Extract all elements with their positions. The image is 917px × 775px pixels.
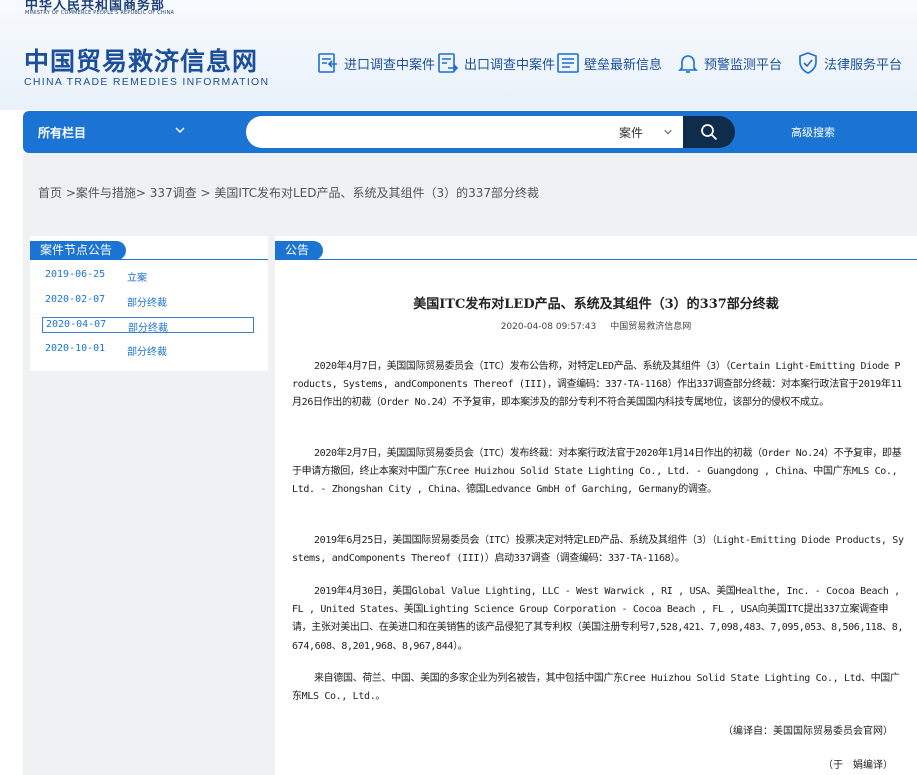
import-case-icon [318, 53, 337, 73]
search-type-label: 案件 [619, 125, 644, 140]
case-node-item[interactable]: 2020-10-01 部分终裁 [42, 342, 254, 358]
article-meta: 2020-04-08 09:57:43 中国贸易救济信息网 [275, 319, 917, 332]
article-tag: 公告 [275, 241, 324, 260]
column-select[interactable]: 所有栏目 [38, 111, 188, 153]
site-header: 中华人民共和国商务部 MINISTRY OF COMMERCE PEOPLE'S… [0, 0, 917, 110]
case-node-item[interactable]: 2020-02-07 部分终裁 [42, 293, 254, 309]
divider [275, 259, 917, 260]
case-node-label: 部分终裁 [128, 323, 168, 334]
breadcrumb-current: 美国ITC发布对LED产品、系统及其组件（3）的337部分终裁 [214, 186, 540, 200]
article-editor: （于 娟编译） [823, 760, 893, 771]
barrier-info-icon [557, 53, 579, 73]
article-compiled-from: （编译自：美国国际贸易委员会官网） [723, 726, 893, 737]
article-date: 2020-04-08 09:57:43 [500, 322, 597, 332]
nav-label: 法律服务平台 [824, 57, 903, 73]
nav-label: 出口调查中案件 [464, 57, 556, 73]
breadcrumb: 首页 >案件与措施> 337调查 > 美国ITC发布对LED产品、系统及其组件（… [38, 184, 539, 201]
article-paragraph: 2020年4月7日，美国国际贸易委员会（ITC）发布公告称，对特定LED产品、系… [292, 361, 902, 409]
case-node-date: 2020-04-07 [46, 319, 107, 330]
search-icon [701, 124, 718, 141]
site-logo[interactable]: 中国贸易救济信息网 [24, 42, 258, 78]
divider [30, 259, 268, 260]
search-type-select[interactable]: 案件 [605, 116, 685, 148]
case-node-panel-title: 案件节点公告 [30, 241, 127, 260]
chevron-down-icon [175, 127, 185, 134]
breadcrumb-separator: > [200, 186, 211, 200]
nav-export-cases[interactable]: 出口调查中案件 [436, 48, 555, 78]
bell-icon [678, 55, 698, 73]
case-node-date: 2019-06-25 [45, 269, 106, 280]
nav-label: 进口调查中案件 [344, 57, 436, 73]
site-logo-en: CHINA TRADE REMEDIES INFORMATION [24, 76, 270, 88]
case-node-item-selected[interactable]: 2020-04-07 部分终裁 [42, 317, 254, 334]
nav-barrier-info[interactable]: 壁垒最新信息 [556, 48, 662, 78]
shield-check-icon [799, 52, 817, 74]
case-node-label: 部分终裁 [127, 347, 167, 358]
case-node-label: 部分终裁 [127, 298, 167, 309]
article-title: 美国ITC发布对LED产品、系统及其组件（3）的337部分终裁 [413, 297, 779, 312]
nav-warning-platform[interactable]: 预警监测平台 [676, 48, 782, 78]
breadcrumb-cases[interactable]: >案件与措施> [66, 186, 146, 200]
article-paragraph: 来自德国、荷兰、中国、美国的多家企业为列名被告，其中包括中国广东Cree Hui… [292, 673, 900, 703]
case-node-label: 立案 [127, 273, 147, 284]
nav-legal-platform[interactable]: 法律服务平台 [796, 48, 902, 78]
export-case-icon [438, 53, 459, 73]
article-paragraph: 2019年6月25日，美国国际贸易委员会（ITC）投票决定对特定LED产品、系统… [292, 535, 904, 565]
nav-label: 壁垒最新信息 [584, 57, 663, 73]
column-select-label: 所有栏目 [38, 125, 87, 140]
article-paragraph: 2019年4月30日，美国Global Value Lighting, LLC … [292, 586, 904, 652]
article-source: 中国贸易救济信息网 [610, 322, 692, 332]
nav-import-cases[interactable]: 进口调查中案件 [316, 48, 435, 78]
search-button[interactable] [683, 116, 735, 148]
nav-label: 预警监测平台 [704, 57, 783, 73]
search-input[interactable] [246, 116, 618, 148]
article-paragraph: 2020年2月7日，美国国际贸易委员会（ITC）发布终裁：对本案行政法官于202… [292, 448, 902, 496]
case-node-item[interactable]: 2019-06-25 立案 [42, 268, 254, 284]
case-node-date: 2020-02-07 [45, 294, 106, 305]
case-node-date: 2020-10-01 [45, 343, 106, 354]
breadcrumb-337[interactable]: 337调查 [150, 186, 197, 200]
breadcrumb-home[interactable]: 首页 [38, 186, 62, 200]
advanced-search-link[interactable]: 高级搜索 [791, 124, 835, 140]
chevron-down-icon [664, 129, 672, 135]
ministry-name-en: MINISTRY OF COMMERCE PEOPLE'S REPUBLIC O… [25, 10, 175, 16]
